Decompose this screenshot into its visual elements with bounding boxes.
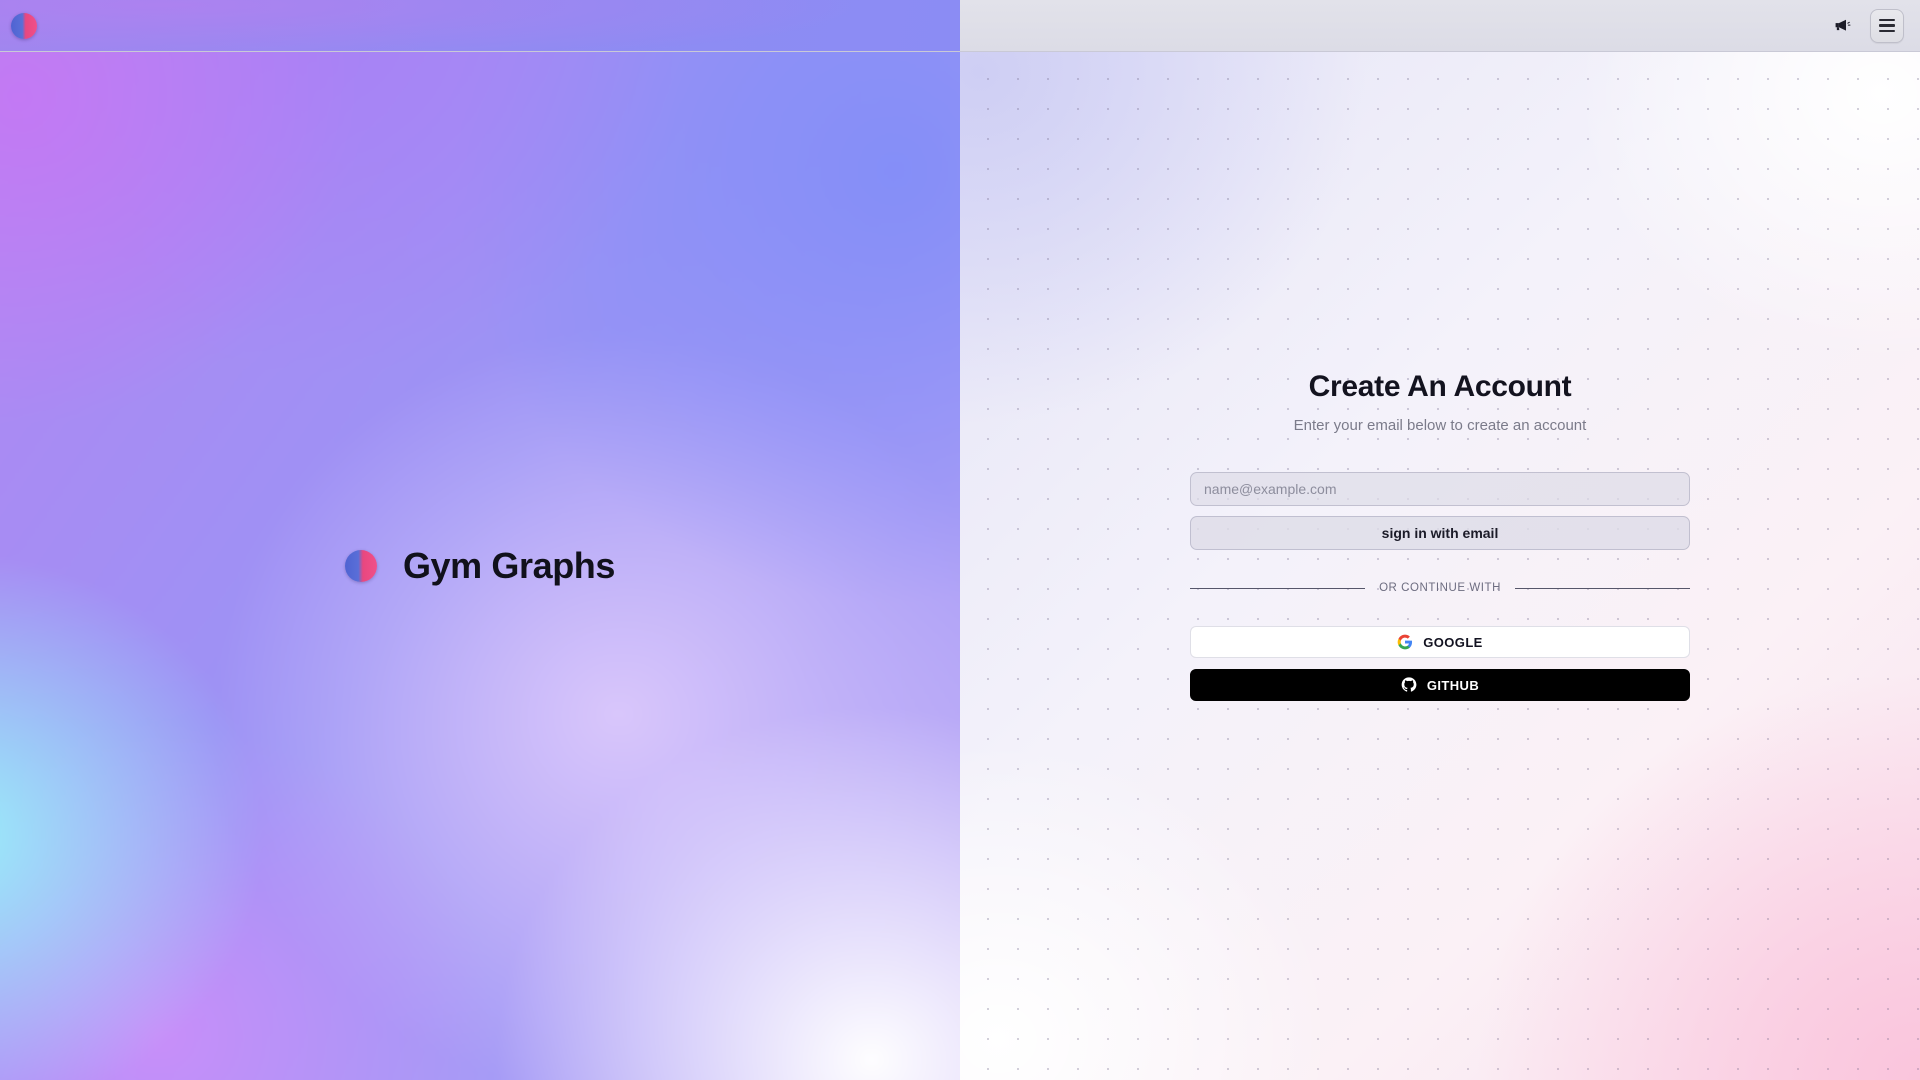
divider-rule-right — [1514, 587, 1690, 589]
page-title: Create An Account — [1308, 370, 1572, 403]
brand-lockup: Gym Graphs — [344, 545, 616, 587]
sign-in-with-email-button[interactable]: sign in with email — [1190, 516, 1690, 550]
divider-rule-left — [1190, 587, 1366, 589]
github-signin-button[interactable]: GITHUB — [1190, 669, 1690, 701]
google-signin-label: GOOGLE — [1423, 634, 1483, 650]
auth-panel: Create An Account Enter your email below… — [960, 52, 1920, 1080]
brand-title: Gym Graphs — [402, 545, 616, 586]
top-bar — [0, 0, 1920, 52]
top-bar-brand-area — [0, 0, 960, 51]
github-signin-label: GITHUB — [1426, 677, 1480, 693]
github-icon — [1401, 677, 1417, 692]
hamburger-menu-icon — [1879, 18, 1895, 33]
brand-panel: Gym Graphs — [0, 52, 960, 1080]
page-body: Gym Graphs Create An Account Enter your … — [0, 52, 1920, 1080]
gradient-circle-logo-icon — [344, 550, 377, 582]
megaphone-icon — [1835, 19, 1851, 31]
app-logo-icon[interactable] — [11, 13, 37, 39]
top-bar-actions — [960, 0, 1920, 51]
google-icon — [1397, 634, 1413, 650]
announcements-button[interactable] — [1826, 11, 1856, 41]
page-subtitle: Enter your email below to create an acco… — [1293, 417, 1587, 434]
email-input[interactable] — [1190, 472, 1690, 506]
signup-form: Create An Account Enter your email below… — [1190, 370, 1690, 701]
signup-page: Gym Graphs Create An Account Enter your … — [0, 0, 1920, 1080]
google-signin-button[interactable]: GOOGLE — [1190, 626, 1690, 658]
divider: OR CONTINUE WITH — [1190, 582, 1690, 594]
divider-label: OR CONTINUE WITH — [1379, 582, 1501, 594]
menu-button[interactable] — [1870, 8, 1904, 43]
